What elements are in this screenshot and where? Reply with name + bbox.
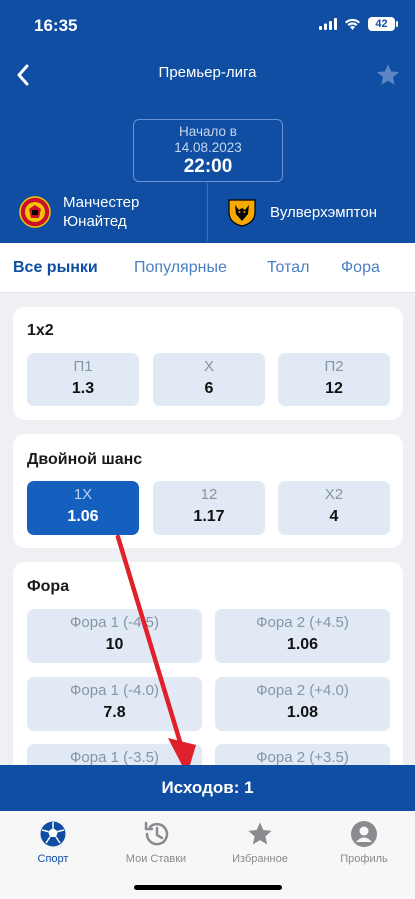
odd-value: 10 (105, 636, 124, 653)
nav-profile[interactable]: Профиль (312, 819, 415, 865)
start-date: 14.08.2023 (174, 140, 242, 155)
match-header: 16:35 42 Премьер-лига Начало в 14.08.202… (0, 0, 415, 243)
market-card-1x2: 1x2 П1 1.3 Х 6 П2 12 (13, 307, 403, 420)
star-icon (248, 822, 272, 845)
favorite-star-icon[interactable] (375, 62, 401, 88)
nav-label: Избранное (232, 853, 288, 865)
soccer-ball-icon (40, 821, 66, 847)
home-indicator (134, 885, 282, 890)
odd-value: 1.06 (286, 636, 319, 653)
market-card-handicap: Фора Фора 1 (-4.5) 10 Фора 2 (+4.5) 1.06… (13, 562, 403, 798)
odd-value: 1.3 (71, 380, 95, 397)
odd-value: 1.08 (286, 704, 319, 721)
home-team-name: Манчестер Юнайтед (63, 194, 140, 230)
nav-label: Спорт (37, 853, 69, 865)
odd-button-handicap2-plus40[interactable]: Фора 2 (+4.0) 1.08 (215, 677, 390, 731)
odd-label: 12 (200, 486, 218, 503)
status-icons: 42 (319, 17, 398, 31)
nav-my-bets[interactable]: Мои Ставки (104, 819, 208, 865)
odd-button-p1[interactable]: П1 1.3 (27, 353, 139, 406)
market-title: Фора (27, 578, 70, 595)
teams-divider (207, 183, 208, 241)
odd-button-handicap1-minus40[interactable]: Фора 1 (-4.0) 7.8 (27, 677, 202, 731)
status-time: 16:35 (34, 16, 78, 35)
tab-all-markets[interactable]: Все рынки (13, 259, 98, 277)
nav-sport[interactable]: Спорт (1, 819, 105, 865)
market-tabs: Все рынки Популярные Тотал Фора (0, 243, 415, 293)
odd-label: П1 (73, 358, 93, 375)
manchester-united-logo-icon (19, 196, 51, 228)
market-title: 1x2 (27, 322, 54, 339)
odd-value: 6 (204, 380, 214, 397)
odd-button-1x[interactable]: 1X 1.06 (27, 481, 139, 535)
odd-label: Фора 2 (+4.0) (256, 682, 349, 699)
battery-level: 42 (375, 18, 388, 30)
tab-popular[interactable]: Популярные (134, 259, 227, 277)
page-title: Премьер-лига (158, 64, 257, 81)
odd-value: 7.8 (103, 704, 126, 721)
status-bar: 16:35 42 (0, 0, 415, 48)
away-team: Вулверхэмптон (226, 193, 377, 231)
nav-label: Мои Ставки (125, 853, 187, 865)
away-team-name: Вулверхэмптон (270, 203, 377, 221)
start-label: Начало в (179, 124, 237, 139)
history-icon (144, 821, 169, 846)
market-title: Двойной шанс (27, 451, 143, 468)
odd-label: Х (203, 358, 214, 375)
profile-icon (351, 821, 377, 847)
odd-label: Фора 1 (-4.5) (70, 614, 159, 631)
odd-label: X2 (324, 486, 344, 503)
tab-total[interactable]: Тотал (267, 259, 309, 277)
odd-value: 4 (329, 508, 339, 525)
wifi-icon (345, 18, 360, 30)
odd-button-x[interactable]: Х 6 (153, 353, 265, 406)
odd-value: 1.06 (67, 508, 99, 525)
home-team: Манчестер Юнайтед (19, 193, 173, 231)
nav-favorites[interactable]: Избранное (208, 819, 312, 865)
odd-value: 12 (325, 380, 343, 397)
odd-button-handicap1-minus45[interactable]: Фора 1 (-4.5) 10 (27, 609, 202, 663)
wolverhampton-logo-icon (228, 199, 256, 227)
odd-button-x2[interactable]: X2 4 (278, 481, 390, 535)
odd-value: 1.17 (193, 508, 225, 525)
odd-label: Фора 1 (-4.0) (70, 682, 159, 699)
outcome-count-bar[interactable]: Исходов: 1 (0, 765, 415, 811)
match-start-box: Начало в 14.08.2023 22:00 (133, 119, 283, 182)
odd-button-handicap2-plus45[interactable]: Фора 2 (+4.5) 1.06 (215, 609, 390, 663)
battery-icon: 42 (368, 17, 398, 31)
tab-handicap[interactable]: Фора (341, 259, 380, 277)
odd-label: Фора 2 (+4.5) (256, 614, 349, 631)
odd-button-12[interactable]: 12 1.17 (153, 481, 265, 535)
nav-label: Профиль (340, 853, 388, 865)
bottom-nav: Спорт Мои Ставки Избранное Профиль (0, 811, 415, 899)
odd-button-p2[interactable]: П2 12 (278, 353, 390, 406)
odd-label: 1X (73, 486, 93, 503)
market-card-double-chance: Двойной шанс 1X 1.06 12 1.17 X2 4 (13, 434, 403, 548)
signal-icon (319, 18, 337, 30)
odd-label: П2 (324, 358, 344, 375)
start-time: 22:00 (183, 156, 233, 177)
